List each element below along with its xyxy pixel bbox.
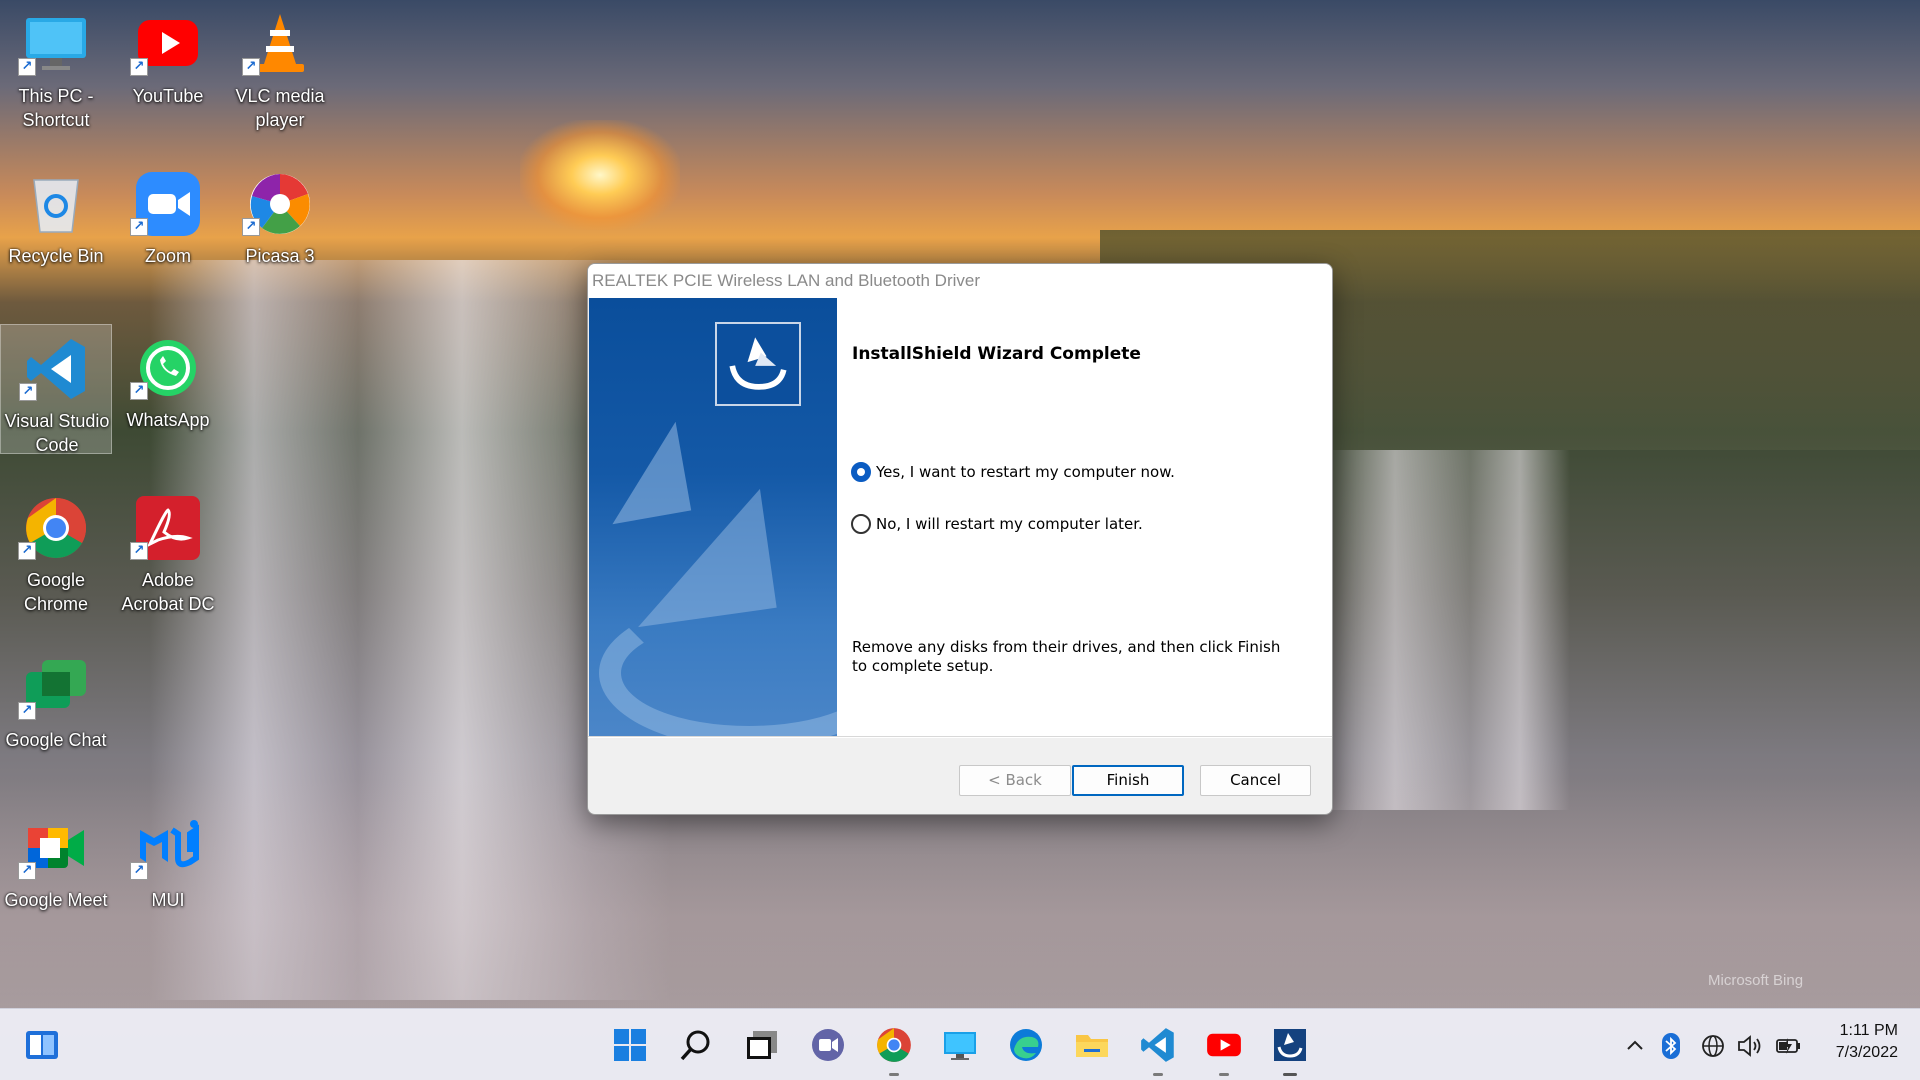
shortcut-arrow-icon: ↗	[130, 218, 148, 236]
shortcut-arrow-icon: ↗	[19, 383, 37, 401]
desktop-icon-label: YouTube	[132, 86, 204, 106]
desktop-icon-label: WhatsApp	[126, 410, 210, 430]
battery-charging-icon[interactable]	[1774, 1033, 1802, 1064]
shortcut-arrow-icon: ↗	[130, 382, 148, 400]
running-indicator	[1153, 1073, 1163, 1076]
bluetooth-icon[interactable]	[1660, 1033, 1682, 1064]
desktop-icon-label: Adobe Acrobat DC	[121, 570, 215, 614]
dialog-banner	[589, 298, 837, 736]
desktop-icon-label: Zoom	[144, 246, 191, 266]
teams-chat-icon[interactable]	[806, 1023, 850, 1067]
desktop-icon-acrobat[interactable]: ↗ Adobe Acrobat DC	[112, 484, 224, 614]
dialog-title: REALTEK PCIE Wireless LAN and Bluetooth …	[592, 271, 980, 290]
clock-date: 7/3/2022	[1835, 1044, 1898, 1061]
shortcut-arrow-icon: ↗	[130, 862, 148, 880]
desktop-icon-picasa[interactable]: ↗ Picasa 3	[224, 160, 336, 290]
shortcut-arrow-icon: ↗	[242, 58, 260, 76]
shortcut-arrow-icon: ↗	[18, 58, 36, 76]
desktop-icon-label: Google Meet	[4, 890, 108, 910]
chevron-up-icon[interactable]	[1624, 1035, 1646, 1062]
desktop-icon-label: Visual Studio Code	[4, 411, 110, 455]
widgets-icon[interactable]	[20, 1023, 64, 1067]
restart-later-label[interactable]: No, I will restart my computer later.	[876, 515, 1143, 533]
shortcut-arrow-icon: ↗	[130, 58, 148, 76]
desktop-icon-label: Google Chat	[5, 730, 107, 750]
taskbar	[0, 1008, 1920, 1080]
vscode-icon[interactable]	[1136, 1023, 1180, 1076]
bing-watermark: Microsoft Bing	[1708, 972, 1804, 989]
desktop-icon-whatsapp[interactable]: ↗ WhatsApp	[112, 324, 224, 454]
volume-icon[interactable]	[1736, 1033, 1764, 1064]
network-globe-icon[interactable]	[1700, 1033, 1726, 1064]
radio-button-checked[interactable]	[851, 462, 871, 482]
restart-now-label[interactable]: Yes, I want to restart my computer now.	[876, 463, 1175, 481]
dialog-content: InstallShield Wizard Complete Yes, I wan…	[837, 298, 1332, 736]
installshield-icon[interactable]	[1268, 1023, 1312, 1076]
desktop-icon-label: Recycle Bin	[8, 246, 104, 266]
search-icon[interactable]	[674, 1023, 718, 1067]
start-icon[interactable]	[608, 1023, 652, 1067]
desktop-icon-youtube[interactable]: ↗ YouTube	[112, 0, 224, 130]
desktop-icon-label: This PC - Shortcut	[18, 86, 94, 130]
installshield-logo-icon	[715, 322, 801, 406]
restart-later-option[interactable]: No, I will restart my computer later.	[851, 513, 1143, 535]
chrome-icon[interactable]	[872, 1023, 916, 1076]
finish-button[interactable]: Finish	[1072, 765, 1184, 796]
desktop-icon-google-chat[interactable]: ↗ Google Chat	[0, 644, 112, 774]
wallpaper-sun	[520, 120, 680, 230]
taskbar-clock[interactable]: 1:11 PM 7/3/2022	[1836, 1020, 1898, 1064]
running-indicator	[1219, 1073, 1229, 1076]
desktop-icon-label: MUI	[151, 890, 185, 910]
file-explorer-icon[interactable]	[1070, 1023, 1114, 1067]
desktop-icon-vscode[interactable]: ↗ Visual Studio Code	[0, 324, 112, 455]
banner-swoosh	[599, 598, 837, 736]
desktop-icon-mui[interactable]: ↗ MUI	[112, 804, 224, 934]
cancel-button[interactable]: Cancel	[1200, 765, 1311, 796]
back-button[interactable]: < Back	[959, 765, 1071, 796]
radio-button-unchecked[interactable]	[851, 514, 871, 534]
dialog-titlebar[interactable]: REALTEK PCIE Wireless LAN and Bluetooth …	[588, 264, 1332, 298]
installshield-dialog: REALTEK PCIE Wireless LAN and Bluetooth …	[587, 263, 1333, 815]
running-indicator	[1283, 1073, 1297, 1076]
restart-now-option[interactable]: Yes, I want to restart my computer now.	[851, 461, 1175, 483]
shortcut-arrow-icon: ↗	[18, 542, 36, 560]
edge-icon[interactable]	[1004, 1023, 1048, 1067]
dialog-instructions: Remove any disks from their drives, and …	[852, 638, 1281, 675]
desktop-icon-this-pc[interactable]: ↗ This PC - Shortcut	[0, 0, 112, 130]
shortcut-arrow-icon: ↗	[18, 702, 36, 720]
dialog-separator	[588, 736, 1332, 738]
running-indicator	[889, 1073, 899, 1076]
desktop-icon-recycle-bin[interactable]: Recycle Bin	[0, 160, 112, 290]
desktop-icon-label: Picasa 3	[245, 246, 315, 266]
task-view-icon[interactable]	[740, 1023, 784, 1067]
desktop-icon-google-meet[interactable]: ↗ Google Meet	[0, 804, 112, 934]
desktop-icon-vlc[interactable]: ↗ VLC media player	[224, 0, 336, 130]
dialog-heading: InstallShield Wizard Complete	[852, 344, 1141, 364]
shortcut-arrow-icon: ↗	[130, 542, 148, 560]
wallpaper-waterfall-right	[1320, 450, 1570, 810]
recycle-bin-icon	[33, 179, 79, 233]
shortcut-arrow-icon: ↗	[242, 218, 260, 236]
desktop-icon-label: VLC media player	[235, 86, 325, 130]
youtube-icon[interactable]	[1202, 1023, 1246, 1076]
shortcut-arrow-icon: ↗	[18, 862, 36, 880]
clock-time: 1:11 PM	[1839, 1022, 1898, 1039]
desktop-icon-zoom[interactable]: ↗ Zoom	[112, 160, 224, 290]
desktop-icon-label: Google Chrome	[23, 570, 89, 614]
desktop-icon-chrome[interactable]: ↗ Google Chrome	[0, 484, 112, 614]
remote-desktop-icon[interactable]	[938, 1023, 982, 1067]
